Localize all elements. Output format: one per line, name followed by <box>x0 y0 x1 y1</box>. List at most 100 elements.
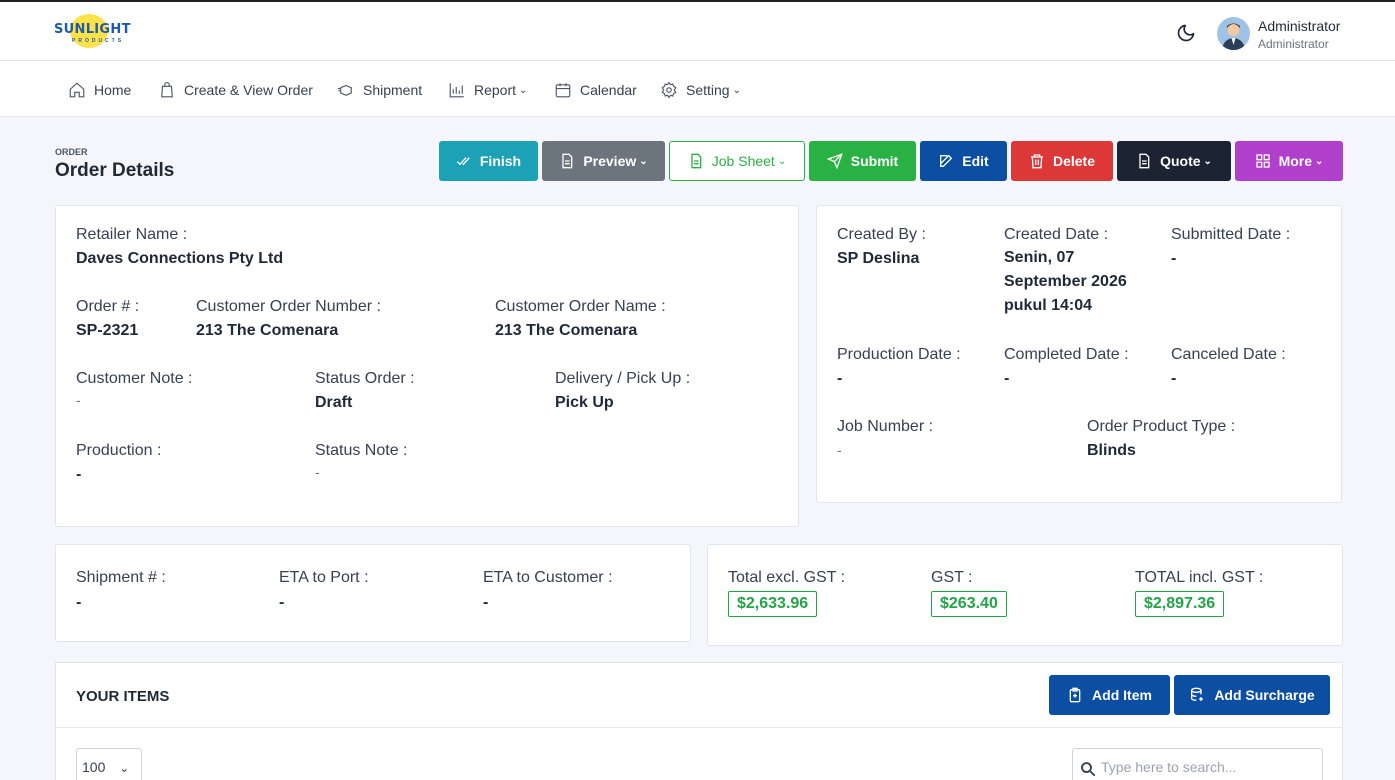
gst-value: $263.40 <box>931 591 1007 617</box>
totals-card: Total excl. GST : $2,633.96 GST : $263.4… <box>707 544 1343 646</box>
chevron-down-icon: ⌄ <box>1315 155 1324 167</box>
search-input[interactable] <box>1101 759 1311 775</box>
double-check-icon <box>456 157 470 166</box>
total-incl-gst-label: TOTAL incl. GST : <box>1135 569 1264 586</box>
order-number-value: SP-2321 <box>76 322 139 339</box>
nav-setting-label: Setting <box>686 82 730 98</box>
gear-icon <box>661 81 677 99</box>
more-button[interactable]: More ⌄ <box>1235 141 1343 181</box>
delete-button-label: Delete <box>1052 153 1096 169</box>
order-info-card: Retailer Name : Daves Connections Pty Lt… <box>55 205 799 527</box>
order-number-label: Order # : <box>76 298 140 315</box>
moon-icon[interactable] <box>1176 23 1196 43</box>
add-item-button-label: Add Item <box>1092 687 1152 703</box>
retailer-name-value: Daves Connections Pty Ltd <box>76 250 284 267</box>
nav-home-label: Home <box>94 82 132 98</box>
grid-icon <box>1255 154 1270 168</box>
sunlight-logo[interactable]: SUNLIGHT PRODUCTS <box>54 14 134 48</box>
document-icon <box>691 153 702 169</box>
home-icon <box>69 82 85 98</box>
user-name[interactable]: Administrator <box>1258 18 1340 34</box>
canceled-date-value: - <box>1171 370 1177 387</box>
submit-button[interactable]: Submit <box>809 141 916 181</box>
clipboard-plus-icon <box>1069 687 1081 703</box>
document-icon <box>562 153 573 169</box>
nav-orders[interactable]: Create & View Order <box>158 80 313 100</box>
add-surcharge-button-label: Add Surcharge <box>1214 687 1315 703</box>
quote-button[interactable]: Quote ⌄ <box>1117 141 1231 181</box>
eta-customer-label: ETA to Customer : <box>483 569 613 586</box>
shipment-number-value: - <box>76 594 82 611</box>
order-meta-card: Created By : SP Deslina Created Date : S… <box>816 205 1342 503</box>
status-note-value: - <box>315 464 320 480</box>
shipment-number-label: Shipment # : <box>76 569 166 586</box>
status-order-label: Status Order : <box>315 370 415 387</box>
preview-button[interactable]: Preview ⌄ <box>542 141 665 181</box>
eta-customer-value: - <box>483 594 489 611</box>
nav-shipment-label: Shipment <box>363 82 423 98</box>
add-surcharge-button[interactable]: Add Surcharge <box>1174 675 1330 715</box>
page-title: Order Details <box>55 160 175 181</box>
items-body: 100 ⌄ <box>55 728 1343 780</box>
document-icon <box>1139 153 1150 169</box>
nav-orders-label: Create & View Order <box>184 82 313 98</box>
job-number-value: - <box>837 442 842 458</box>
customer-order-number-label: Customer Order Number : <box>196 298 381 315</box>
chevron-down-icon: ⌄ <box>1203 155 1212 167</box>
product-type-label: Order Product Type : <box>1087 418 1236 435</box>
retailer-name-label: Retailer Name : <box>76 226 188 243</box>
edit-pencil-icon <box>940 154 953 167</box>
production-label: Production : <box>76 442 162 459</box>
avatar[interactable] <box>1217 17 1250 50</box>
trash-icon <box>1030 154 1043 169</box>
add-item-button[interactable]: Add Item <box>1049 675 1170 715</box>
finish-button[interactable]: Finish <box>439 141 538 181</box>
chevron-down-icon: ⌄ <box>519 84 528 96</box>
total-incl-gst-value: $2,897.36 <box>1135 591 1225 617</box>
logo-brand-text: SUNLIGHT <box>54 22 131 37</box>
submit-button-label: Submit <box>850 153 899 169</box>
package-fast-icon <box>337 84 352 96</box>
nav-calendar-label: Calendar <box>580 82 637 98</box>
nav-report[interactable]: Report ⌄ <box>448 80 527 100</box>
customer-note-value: - <box>76 392 81 408</box>
main-nav: Home Create & View Order Shipment Report… <box>0 61 1395 117</box>
production-value: - <box>76 466 82 483</box>
breadcrumb: ORDER <box>55 147 88 157</box>
top-bar: SUNLIGHT PRODUCTS Administrator Administ… <box>0 0 1395 61</box>
database-plus-icon <box>1191 687 1204 701</box>
delete-button[interactable]: Delete <box>1011 141 1113 181</box>
job-sheet-button[interactable]: Job Sheet ⌄ <box>669 141 805 181</box>
eta-port-value: - <box>279 594 285 611</box>
total-excl-gst-value: $2,633.96 <box>728 591 818 617</box>
more-button-label: More <box>1278 153 1313 169</box>
customer-order-number-value: 213 The Comenara <box>196 322 339 339</box>
created-date-label: Created Date : <box>1004 226 1109 243</box>
job-number-label: Job Number : <box>837 418 934 435</box>
chevron-down-icon: ⌄ <box>119 761 130 775</box>
nav-home[interactable]: Home <box>68 80 131 100</box>
send-icon <box>826 153 843 169</box>
nav-shipment[interactable]: Shipment <box>337 80 422 100</box>
customer-note-label: Customer Note : <box>76 370 193 387</box>
job-sheet-button-label: Job Sheet <box>711 153 775 169</box>
preview-button-label: Preview <box>583 153 637 169</box>
chevron-down-icon: ⌄ <box>639 155 648 167</box>
shipment-card: Shipment # : - ETA to Port : - ETA to Cu… <box>55 544 691 642</box>
chevron-down-icon: ⌄ <box>732 84 741 96</box>
completed-date-value: - <box>1004 370 1010 387</box>
items-header: YOUR ITEMS Add Item Add Surcharge <box>55 662 1343 728</box>
shopping-bag-icon <box>161 81 173 98</box>
canceled-date-label: Canceled Date : <box>1171 346 1286 363</box>
nav-setting[interactable]: Setting ⌄ <box>660 80 741 100</box>
submitted-date-value: - <box>1171 250 1177 267</box>
nav-calendar[interactable]: Calendar <box>554 80 637 100</box>
edit-button[interactable]: Edit <box>920 141 1007 181</box>
logo-tagline: PRODUCTS <box>72 38 125 44</box>
page-size-select[interactable]: 100 ⌄ <box>76 748 142 780</box>
search-box[interactable] <box>1072 748 1323 780</box>
created-by-value: SP Deslina <box>837 250 920 267</box>
user-avatar-icon <box>1222 23 1245 50</box>
delivery-label: Delivery / Pick Up : <box>555 370 691 387</box>
quote-button-label: Quote <box>1160 153 1201 169</box>
